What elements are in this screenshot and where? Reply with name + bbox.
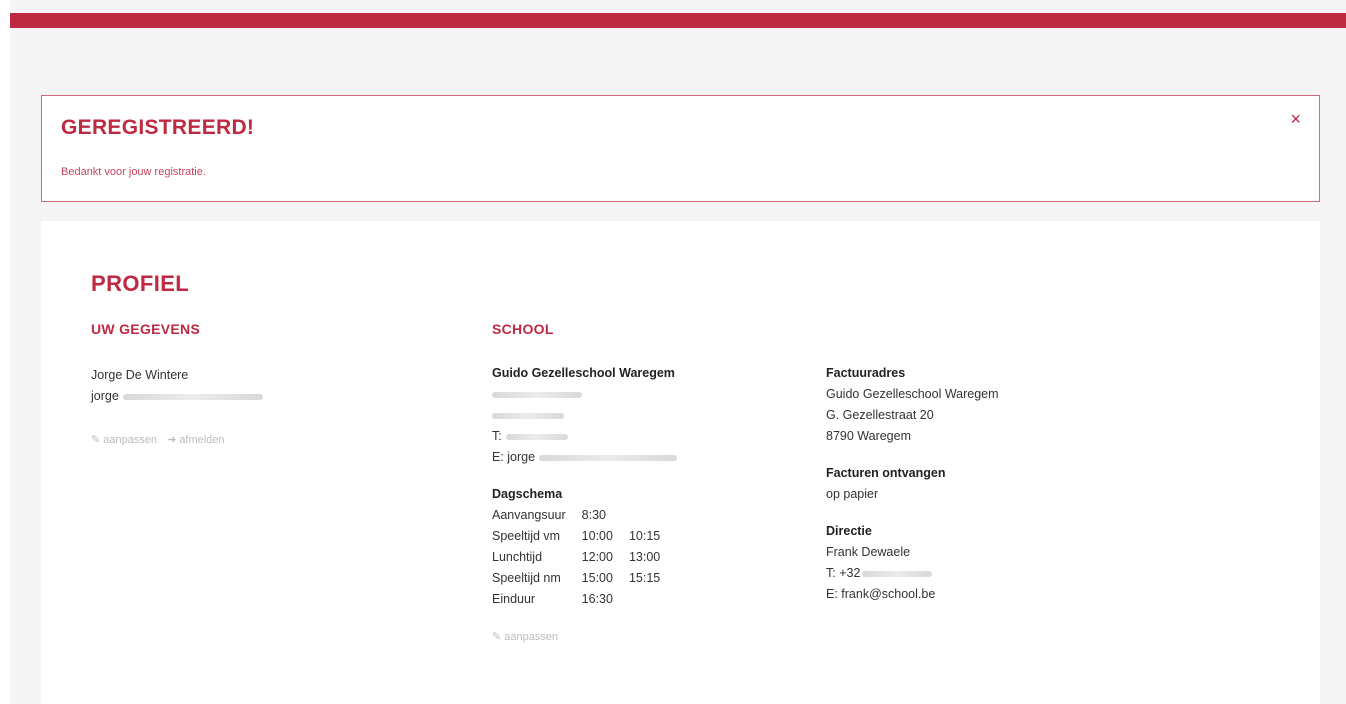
- schedule-label: Speeltijd nm: [492, 571, 561, 585]
- schedule-start: 12:00: [581, 550, 613, 564]
- schedule-title: Dagschema: [492, 487, 563, 501]
- director-phone: T: +32: [826, 566, 861, 580]
- billing-details: Factuuradres Guido Gezelleschool Waregem…: [826, 363, 1146, 605]
- schedule-end: [629, 505, 676, 526]
- schedule-end: 15:15: [628, 571, 661, 585]
- close-icon[interactable]: ×: [1290, 110, 1301, 128]
- director-name: Frank Dewaele: [826, 545, 911, 559]
- billing-name: Guido Gezelleschool Waregem: [826, 387, 999, 401]
- user-email: jorge: [91, 389, 119, 403]
- school-street-row: [492, 384, 792, 405]
- sign-out-icon: ➔: [167, 434, 177, 446]
- schedule-start: 15:00: [581, 571, 613, 585]
- redacted-street: [492, 391, 582, 398]
- table-row: Lunchtijd 12:00 13:00: [492, 547, 676, 568]
- school-name: Guido Gezelleschool Waregem: [492, 366, 675, 380]
- school-email-row: E: jorge: [492, 447, 792, 468]
- school-phone-row: T:: [492, 426, 792, 447]
- billing-heading: Factuuradres: [826, 366, 906, 380]
- alert-title: GEREGISTREERD!: [61, 116, 255, 139]
- redacted-director-phone: [862, 570, 933, 577]
- school-phone-label: T:: [492, 429, 502, 443]
- schedule-end: [629, 589, 676, 610]
- schedule-label: Einduur: [492, 592, 536, 606]
- edit-school-label: aanpassen: [504, 631, 559, 643]
- table-row: Einduur 16:30: [492, 589, 676, 610]
- schedule-label: Aanvangsuur: [492, 508, 566, 522]
- invoice-value: op papier: [826, 487, 879, 501]
- schedule-label: Speeltijd vm: [492, 529, 561, 543]
- schedule-start: 10:00: [581, 529, 613, 543]
- logout-label: afmelden: [179, 434, 225, 446]
- table-row: Aanvangsuur 8:30: [492, 505, 676, 526]
- schedule-table: Aanvangsuur 8:30 Speeltijd vm 10:00 10:1…: [492, 505, 676, 610]
- page-background: GEREGISTREERD! Bedankt voor jouw registr…: [10, 0, 1346, 704]
- redacted-school-email: [539, 454, 678, 461]
- schedule-end: 13:00: [628, 550, 661, 564]
- billing-city: 8790 Waregem: [826, 429, 911, 443]
- table-row: Speeltijd vm 10:00 10:15: [492, 526, 676, 547]
- school-city-row: [492, 405, 792, 426]
- billing-street: G. Gezellestraat 20: [826, 408, 934, 422]
- user-email-row: jorge: [91, 386, 431, 407]
- edit-school-link[interactable]: ✎ aanpassen: [492, 631, 558, 643]
- top-accent-bar: [10, 13, 1346, 28]
- schedule-end: 10:15: [628, 529, 661, 543]
- profile-card: PROFIEL UW GEGEVENS SCHOOL Jorge De Wint…: [41, 221, 1320, 704]
- user-details: Jorge De Wintere jorge ✎ aanpassen ➔ afmel…: [91, 365, 431, 451]
- table-row: Speeltijd nm 15:00 15:15: [492, 568, 676, 589]
- invoice-heading: Facturen ontvangen: [826, 466, 946, 480]
- page-title: PROFIEL: [91, 271, 190, 296]
- alert-message: Bedankt voor jouw registratie.: [61, 166, 206, 178]
- director-phone-row: T: +32: [826, 563, 1146, 584]
- redacted-city: [492, 412, 564, 419]
- school-email-label: E: jorge: [492, 450, 536, 464]
- redacted-phone: [505, 433, 568, 440]
- pencil-icon: ✎: [492, 631, 502, 643]
- school-section-heading: SCHOOL: [492, 321, 554, 337]
- schedule-start: 16:30: [581, 592, 613, 606]
- logout-link[interactable]: ➔ afmelden: [167, 434, 224, 446]
- school-details: Guido Gezelleschool Waregem T: E: jorge …: [492, 363, 792, 648]
- schedule-start: 8:30: [581, 508, 607, 522]
- direction-heading: Directie: [826, 524, 872, 538]
- pencil-icon: ✎: [91, 434, 101, 446]
- success-alert: GEREGISTREERD! Bedankt voor jouw registr…: [41, 95, 1320, 202]
- user-section-heading: UW GEGEVENS: [91, 321, 201, 337]
- user-name: Jorge De Wintere: [91, 368, 189, 382]
- edit-user-label: aanpassen: [103, 434, 158, 446]
- director-email: E: frank@school.be: [826, 587, 936, 601]
- edit-user-link[interactable]: ✎ aanpassen: [91, 434, 160, 446]
- redacted-email: [122, 393, 263, 400]
- schedule-label: Lunchtijd: [492, 550, 543, 564]
